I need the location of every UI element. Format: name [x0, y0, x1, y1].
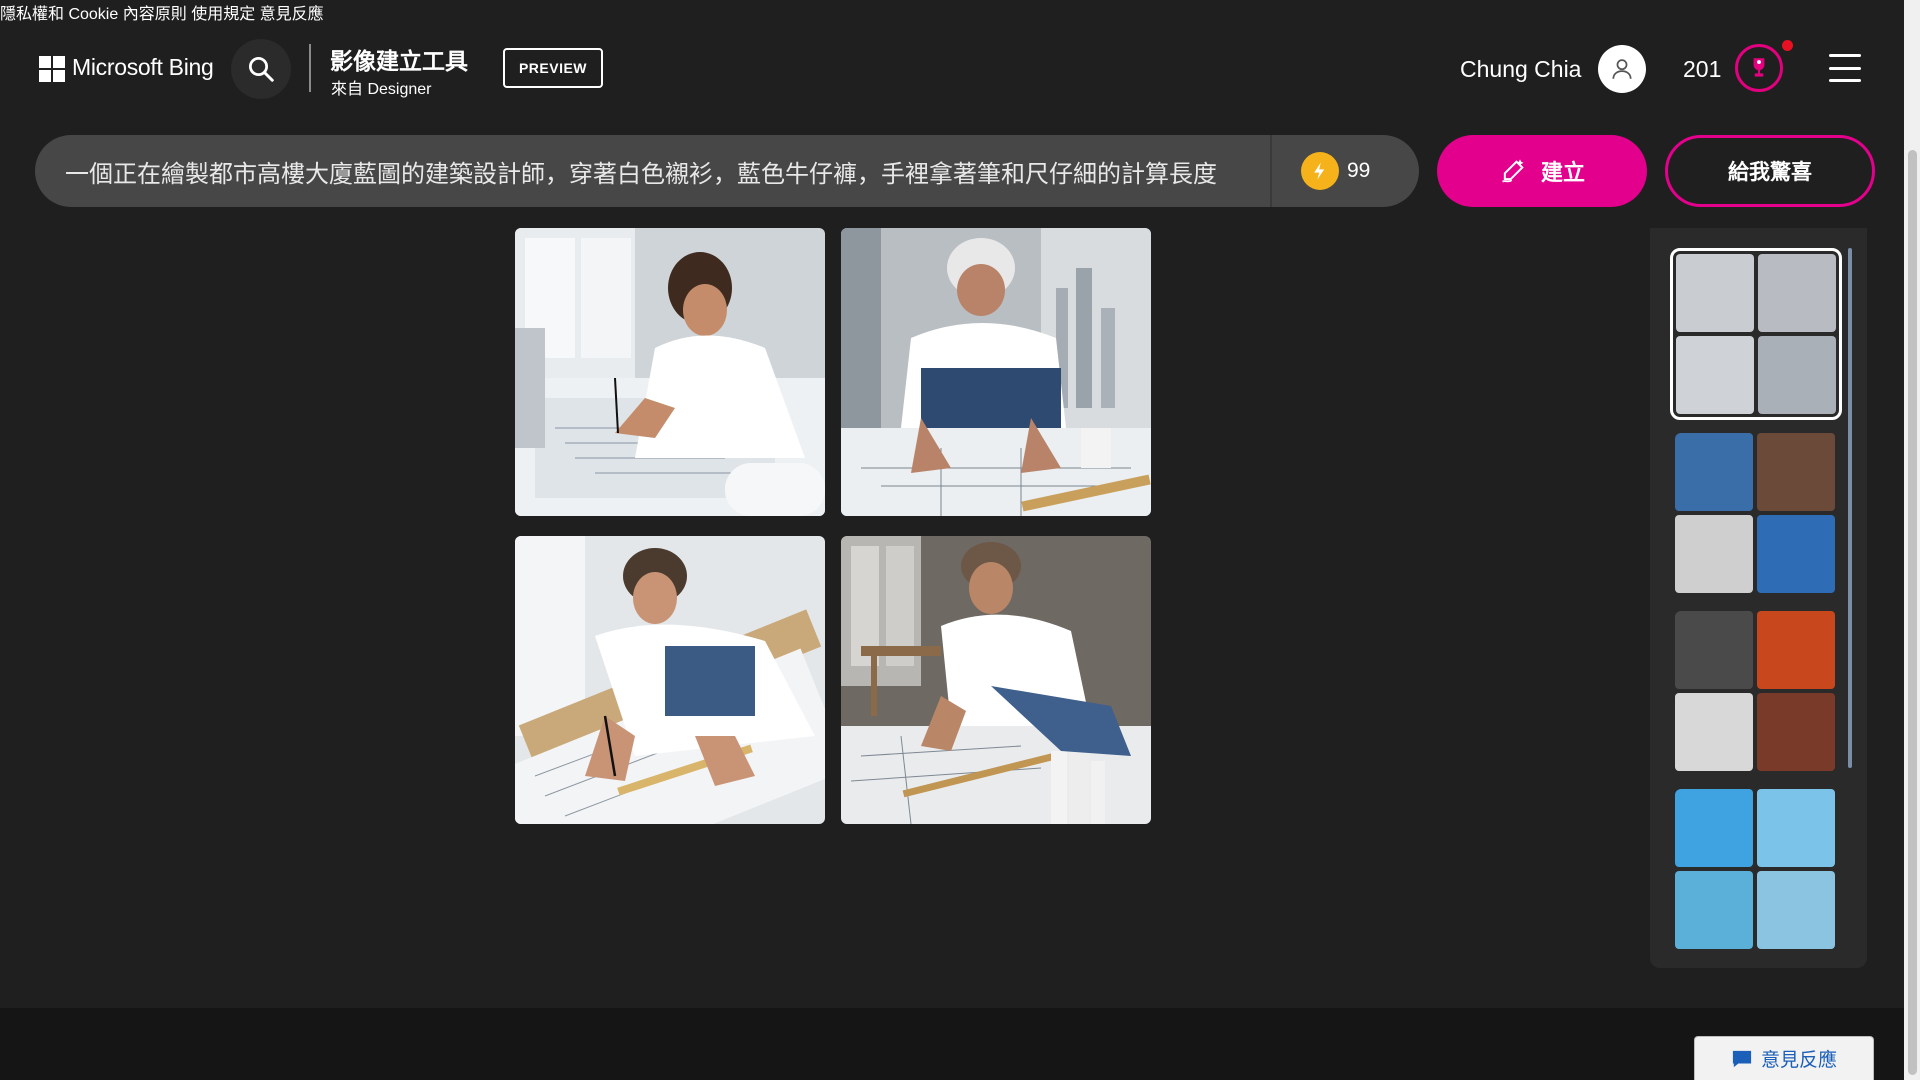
image-results-grid	[515, 228, 1151, 842]
feedback-button[interactable]: 意見反應	[1694, 1036, 1874, 1080]
history-thumb-architect[interactable]	[1670, 248, 1842, 420]
history-scrollbar[interactable]	[1848, 248, 1852, 768]
chat-icon	[1732, 1050, 1752, 1067]
avatar[interactable]	[1598, 45, 1646, 93]
feedback-button-label: 意見反應	[1760, 1050, 1837, 1071]
lightning-icon	[1314, 162, 1325, 180]
image-architect-with-ruler	[515, 536, 825, 824]
header-divider	[309, 44, 311, 92]
generated-image-2[interactable]	[841, 228, 1151, 516]
menu-button[interactable]	[1829, 54, 1861, 82]
notification-dot	[1782, 40, 1793, 51]
brand-name[interactable]: Microsoft Bing	[72, 54, 214, 81]
menu-icon	[1829, 66, 1861, 70]
history-thumb-fisheye-portrait[interactable]	[1675, 433, 1839, 597]
header: Microsoft Bing 影像建立工具 來自 Designer PREVIE…	[0, 0, 1904, 136]
create-button[interactable]: 建立	[1437, 135, 1647, 207]
menu-icon	[1829, 54, 1861, 57]
surprise-me-button[interactable]: 給我驚喜	[1665, 135, 1875, 207]
prompt-divider	[1270, 135, 1272, 207]
footer	[0, 1008, 1904, 1080]
prompt-bar: 99	[35, 135, 1419, 207]
image-bearded-architect	[841, 536, 1151, 824]
create-button-label: 建立	[1540, 160, 1585, 185]
image-gray-haired-architect	[841, 228, 1151, 516]
app-title: 影像建立工具	[330, 48, 468, 74]
user-name[interactable]: Chung Chia	[1460, 56, 1581, 83]
user-icon	[1612, 59, 1632, 79]
prompt-input[interactable]	[65, 135, 1245, 207]
search-button[interactable]	[231, 39, 291, 99]
microsoft-logo-icon[interactable]	[39, 56, 65, 82]
app-subtitle: 來自 Designer	[331, 81, 432, 98]
image-architect-drafting	[515, 228, 825, 516]
generated-image-3[interactable]	[515, 536, 825, 824]
menu-icon	[1829, 79, 1861, 82]
boost-icon[interactable]	[1301, 152, 1339, 190]
page-scrollbar-thumb[interactable]	[1908, 150, 1917, 1075]
rewards-button[interactable]	[1735, 44, 1783, 92]
search-icon	[249, 57, 274, 82]
history-thumb-cartoon-alien[interactable]	[1675, 789, 1839, 953]
rewards-points[interactable]: 201	[1683, 56, 1721, 83]
generated-image-1[interactable]	[515, 228, 825, 516]
boost-count: 99	[1347, 159, 1371, 182]
pen-icon	[1502, 159, 1524, 183]
history-thumb-fisheye-dark[interactable]	[1675, 611, 1839, 775]
generated-image-4[interactable]	[841, 536, 1151, 824]
preview-badge: PREVIEW	[503, 48, 603, 88]
trophy-icon	[1753, 58, 1765, 77]
history-rail	[1650, 228, 1867, 968]
